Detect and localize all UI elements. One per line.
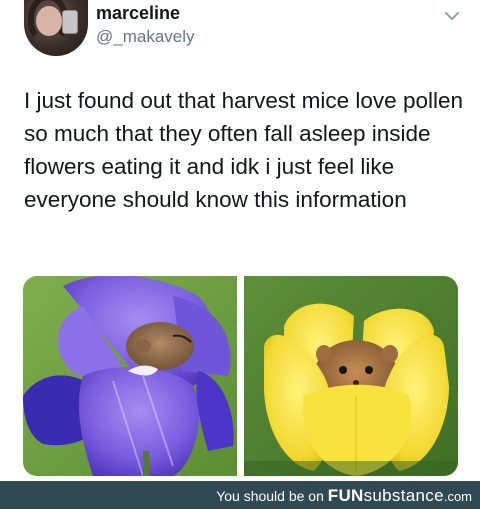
author-handle[interactable]: @_makavely [96,27,195,47]
avatar-face [36,6,62,36]
avatar[interactable] [24,0,88,56]
brand-fun: FUN [327,486,364,505]
photo-mouse-in-purple-iris[interactable] [23,276,237,476]
author-name[interactable]: marceline [96,3,180,24]
chevron-down-icon[interactable] [442,6,462,26]
photo-mouse-in-yellow-tulip[interactable] [244,276,458,476]
tweet-text: I just found out that harvest mice love … [24,88,464,212]
funsubstance-logo[interactable]: FUNsubstance [328,486,444,505]
footer-prefix: You should be on [216,488,324,504]
watermark-footer: You should be on FUNsubstance.com [0,481,480,509]
tweet-media[interactable] [23,276,458,476]
footer-text: You should be on FUNsubstance.com [216,486,472,506]
brand-tld: .com [443,489,472,504]
avatar-phone [62,10,78,34]
brand-substance: substance [363,486,444,505]
